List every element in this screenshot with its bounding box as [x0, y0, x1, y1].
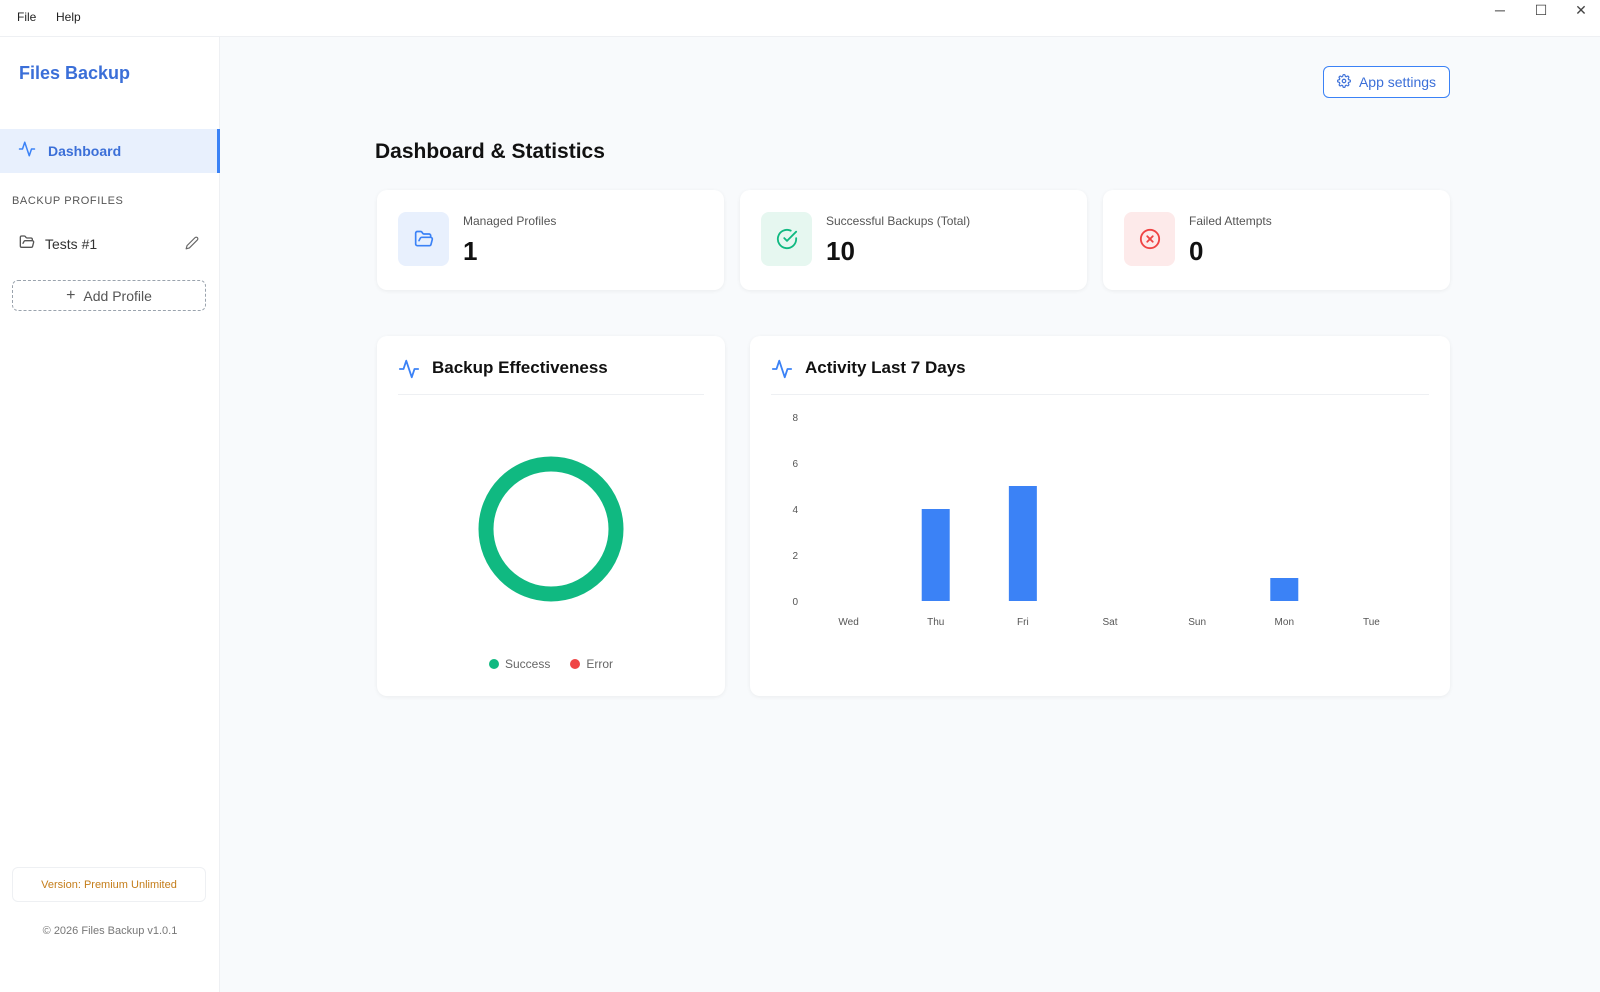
check-circle-icon — [761, 212, 812, 266]
x-tick-label: Fri — [1017, 617, 1029, 628]
bar-mon — [1270, 578, 1299, 601]
sidebar: Files Backup Dashboard BACKUP PROFILES T… — [0, 37, 220, 992]
profile-label: Tests #1 — [45, 236, 98, 252]
chart-legend: Success Error — [377, 657, 725, 671]
plus-icon: + — [66, 286, 76, 304]
stat-card-successful-backups: Successful Backups (Total) 10 — [740, 190, 1087, 290]
activity-icon — [18, 140, 36, 163]
legend-dot — [570, 659, 581, 669]
stat-card-failed-attempts: Failed Attempts 0 — [1103, 190, 1450, 290]
add-profile-label: Add Profile — [83, 287, 152, 304]
gear-icon — [1337, 73, 1359, 91]
legend-label: Error — [586, 657, 614, 671]
y-tick-label: 0 — [792, 597, 798, 608]
y-tick-label: 2 — [792, 551, 798, 562]
x-tick-label: Sun — [1188, 617, 1206, 628]
version-badge: Version: Premium Unlimited — [12, 867, 206, 902]
bar-chart: 0 2 4 6 8 Wed Thu Fri Sat Sun Mon Tue — [792, 413, 1380, 628]
legend-item-success[interactable]: Success — [488, 657, 551, 671]
stat-label: Managed Profiles — [463, 214, 557, 228]
x-tick-label: Thu — [927, 617, 944, 628]
y-tick-label: 4 — [792, 505, 798, 516]
legend-item-error[interactable]: Error — [570, 657, 613, 671]
copyright-text: © 2026 Files Backup v1.0.1 — [42, 925, 178, 937]
legend-label: Success — [504, 657, 551, 671]
minimize-button[interactable]: ─ — [1480, 0, 1520, 20]
x-tick-label: Sat — [1102, 617, 1117, 628]
y-tick-label: 6 — [792, 459, 798, 470]
stat-value: 1 — [463, 236, 478, 266]
bar-thu — [921, 509, 950, 601]
legend-dot — [488, 659, 499, 669]
donut-chart — [478, 456, 624, 602]
app-settings-button[interactable]: App settings — [1323, 66, 1450, 98]
menu-help[interactable]: Help — [56, 10, 81, 24]
menu-file[interactable]: File — [17, 10, 36, 24]
backup-effectiveness-panel: Backup Effectiveness Success Error — [377, 336, 725, 696]
profile-item[interactable]: Tests #1 — [19, 234, 199, 254]
sidebar-item-label: Dashboard — [48, 143, 122, 159]
stat-card-managed-profiles: Managed Profiles 1 — [377, 190, 724, 290]
y-tick-label: 8 — [792, 413, 798, 424]
sidebar-item-dashboard[interactable]: Dashboard — [0, 129, 220, 173]
edit-pencil-icon[interactable] — [185, 236, 199, 255]
x-tick-label: Tue — [1363, 617, 1380, 628]
stat-value: 0 — [1189, 236, 1204, 266]
x-circle-icon — [1124, 212, 1175, 266]
maximize-button[interactable]: ☐ — [1521, 0, 1561, 20]
stat-label: Successful Backups (Total) — [826, 214, 971, 228]
brand-title: Files Backup — [19, 63, 131, 83]
title-bar: File Help ─ ☐ ✕ — [0, 0, 1600, 37]
app-settings-label: App settings — [1358, 74, 1437, 90]
bar-fri — [1008, 486, 1037, 601]
folder-icon — [398, 212, 449, 266]
close-button[interactable]: ✕ — [1561, 0, 1600, 20]
donut-slice-success — [478, 456, 624, 602]
x-tick-label: Mon — [1275, 617, 1294, 628]
stat-value: 10 — [826, 236, 855, 266]
x-tick-label: Wed — [838, 617, 858, 628]
folder-icon — [19, 234, 35, 255]
section-title: BACKUP PROFILES — [12, 195, 124, 207]
page-title: Dashboard & Statistics — [375, 140, 605, 163]
activity-panel: Activity Last 7 Days 0 2 4 6 8 Wed Thu Fri Sat Su… — [750, 336, 1450, 696]
add-profile-button[interactable]: + Add Profile — [12, 280, 206, 311]
stat-label: Failed Attempts — [1189, 214, 1272, 228]
